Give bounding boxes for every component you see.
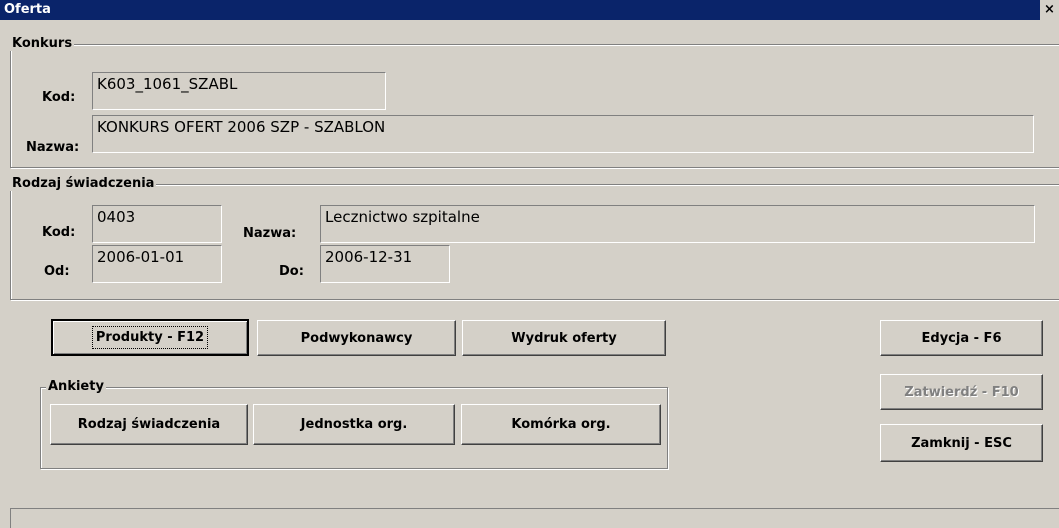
ankiety-legend: Ankiety: [46, 379, 106, 394]
rodzaj-kod-field[interactable]: 0403: [92, 205, 222, 243]
zamknij-button[interactable]: Zamknij - ESC: [880, 424, 1043, 462]
konkurs-legend: Konkurs: [10, 36, 75, 51]
konkurs-kod-label: Kod:: [42, 90, 76, 105]
edycja-button[interactable]: Edycja - F6: [880, 320, 1043, 356]
zatwierdz-button[interactable]: Zatwierdź - F10: [880, 374, 1043, 410]
produkty-button[interactable]: Produkty - F12: [51, 319, 249, 356]
ankieta-komorka-button[interactable]: Komórka org.: [461, 404, 661, 445]
close-icon[interactable]: ×: [1040, 0, 1059, 20]
rodzaj-legend: Rodzaj świadczenia: [10, 176, 157, 191]
rodzaj-do-label: Do:: [279, 264, 304, 279]
dialog-window: Oferta × Konkurs Kod: K603_1061_SZABL Na…: [0, 0, 1059, 528]
window-title: Oferta: [4, 2, 51, 17]
konkurs-nazwa-label: Nazwa:: [26, 140, 80, 155]
ankieta-rodzaj-button[interactable]: Rodzaj świadczenia: [50, 404, 248, 445]
produkty-button-label: Produkty - F12: [91, 326, 209, 349]
rodzaj-nazwa-label: Nazwa:: [243, 226, 297, 241]
title-bar[interactable]: Oferta ×: [0, 0, 1059, 20]
rodzaj-do-field[interactable]: 2006-12-31: [320, 245, 450, 283]
status-bar: [10, 508, 1059, 528]
konkurs-nazwa-field[interactable]: KONKURS OFERT 2006 SZP - SZABLON: [92, 115, 1034, 153]
rodzaj-nazwa-field[interactable]: Lecznictwo szpitalne: [320, 205, 1035, 243]
podwykonawcy-button[interactable]: Podwykonawcy: [257, 320, 456, 356]
rodzaj-od-field[interactable]: 2006-01-01: [92, 245, 222, 283]
wydruk-oferty-button[interactable]: Wydruk oferty: [462, 320, 666, 356]
ankieta-jednostka-button[interactable]: Jednostka org.: [253, 404, 455, 445]
rodzaj-kod-label: Kod:: [42, 225, 76, 240]
rodzaj-od-label: Od:: [44, 264, 70, 279]
konkurs-kod-field[interactable]: K603_1061_SZABL: [92, 72, 386, 110]
